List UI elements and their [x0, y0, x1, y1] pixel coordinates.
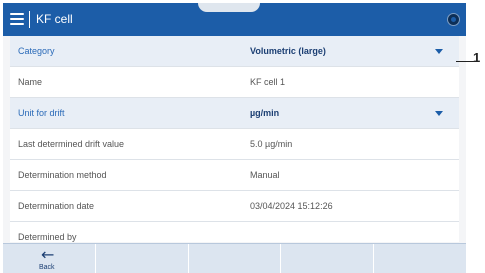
dropdown-arrow-icon[interactable] [435, 111, 443, 116]
determination-method-value: Manual [250, 170, 280, 180]
drift-value-label: Last determined drift value [18, 139, 125, 149]
category-row[interactable]: Category Volumetric (large) [10, 36, 459, 67]
properties-list: Category Volumetric (large) Name KF cell… [10, 36, 459, 243]
back-label: Back [39, 264, 55, 271]
title-separator [29, 11, 30, 28]
determination-date-label: Determination date [18, 201, 95, 211]
name-label: Name [18, 77, 43, 87]
bottom-bar-slot [189, 244, 282, 273]
bottom-bar-slot [96, 244, 189, 273]
name-value: KF cell 1 [250, 77, 286, 87]
pull-down-tab[interactable] [198, 3, 260, 12]
menu-icon[interactable] [10, 13, 24, 25]
determined-by-row: Determined by [10, 222, 459, 242]
drift-value-value: 5.0 µg/min [250, 139, 293, 149]
status-indicator-icon[interactable] [447, 13, 460, 26]
callout-number: 1 [473, 50, 481, 65]
determination-date-value: 03/04/2024 15:12:26 [250, 201, 333, 211]
back-button[interactable]: ← Back [3, 244, 96, 273]
back-arrow-icon: ← [41, 245, 55, 264]
title-bar: KF cell [3, 3, 466, 36]
determination-method-label: Determination method [18, 170, 107, 180]
kf-cell-screen: KF cell Category Volumetric (large) Name… [3, 3, 466, 273]
unit-for-drift-label: Unit for drift [18, 108, 65, 118]
bottom-bar: ← Back [3, 243, 466, 273]
determination-method-row: Determination method Manual [10, 160, 459, 191]
category-label: Category [18, 46, 55, 56]
determined-by-label: Determined by [18, 232, 77, 242]
drift-value-row: Last determined drift value 5.0 µg/min [10, 129, 459, 160]
determination-date-row: Determination date 03/04/2024 15:12:26 [10, 191, 459, 222]
page-title: KF cell [36, 12, 73, 26]
category-value: Volumetric (large) [250, 46, 326, 56]
bottom-bar-slot [374, 244, 466, 273]
dropdown-arrow-icon[interactable] [435, 49, 443, 54]
bottom-bar-slot [281, 244, 375, 273]
unit-for-drift-value: µg/min [250, 108, 280, 118]
unit-for-drift-row[interactable]: Unit for drift µg/min [10, 98, 459, 129]
name-row[interactable]: Name KF cell 1 [10, 67, 459, 98]
